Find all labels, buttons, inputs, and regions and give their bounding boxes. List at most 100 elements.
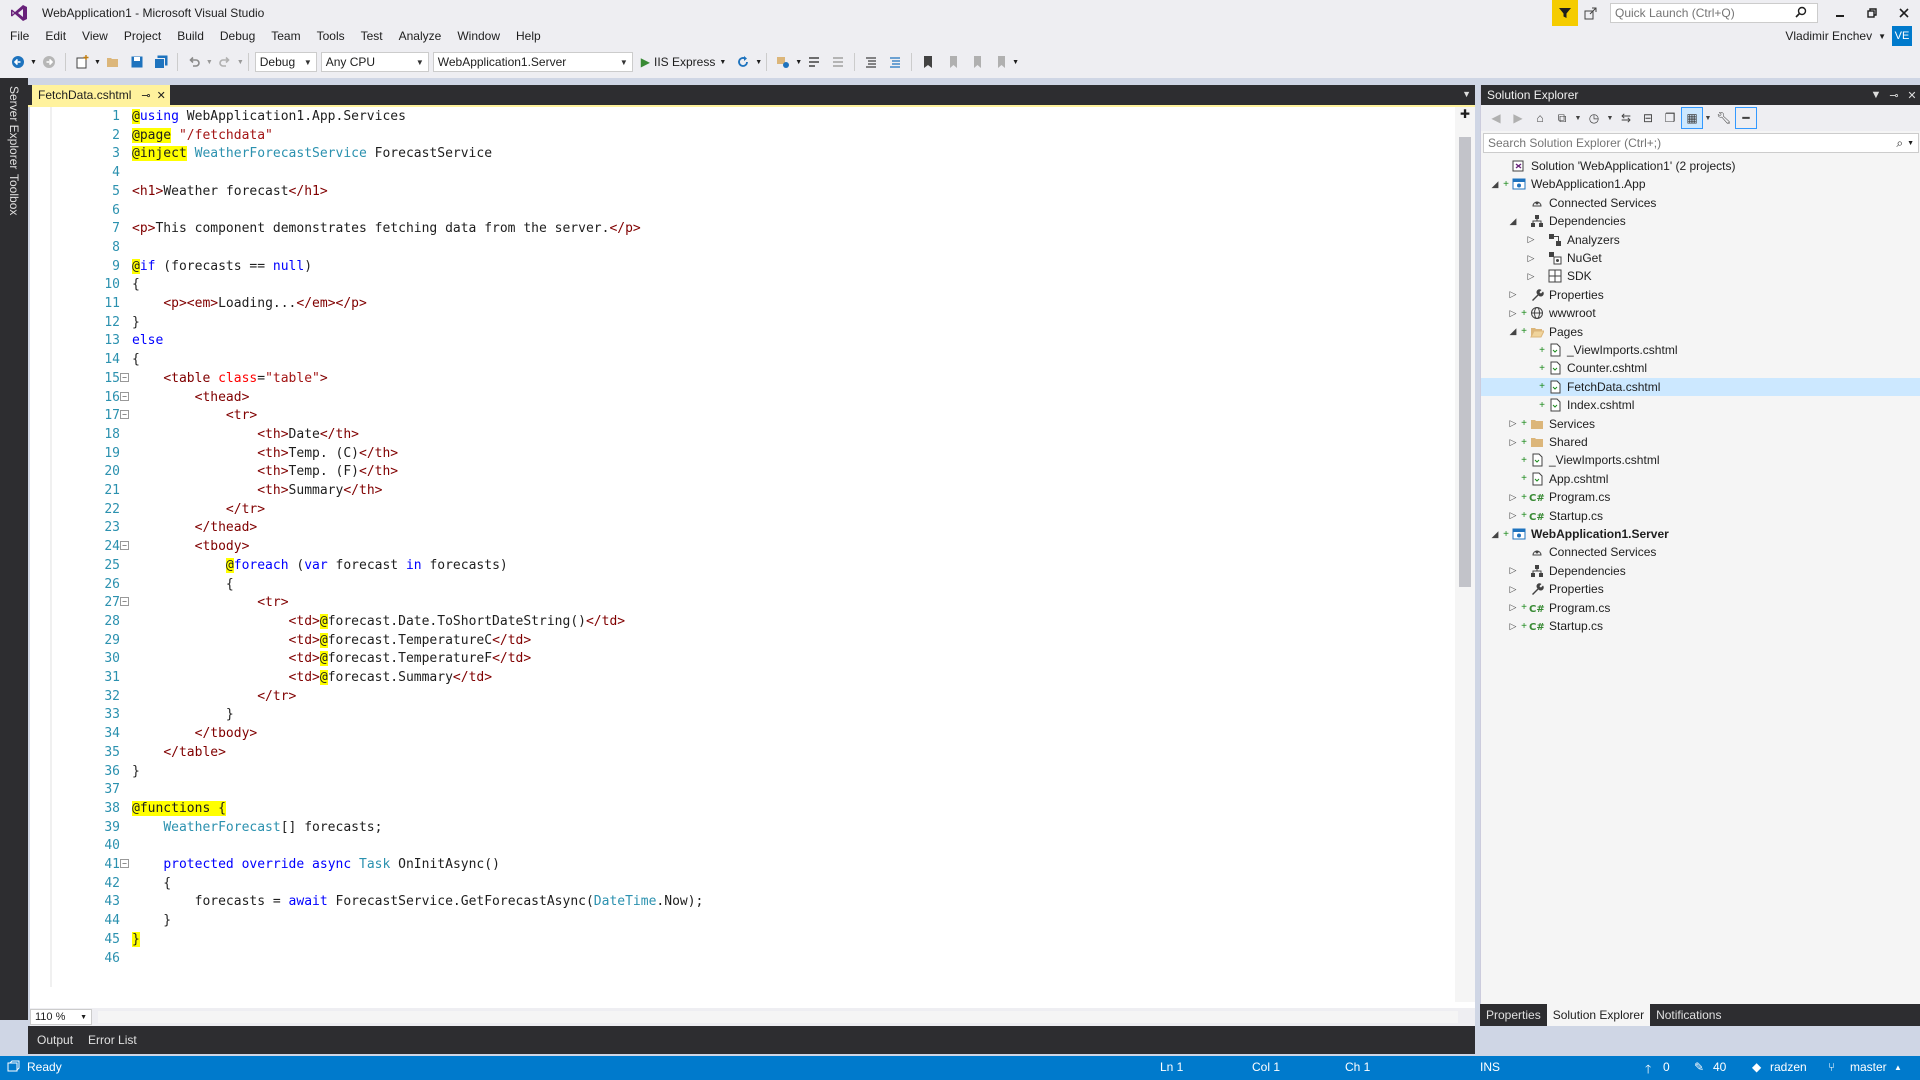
code-line[interactable]: 32 </tr> [30,687,1450,706]
expanded-arrow-icon[interactable]: ◢ [1489,529,1501,540]
solution-explorer-search[interactable]: ⌕ ▼ [1483,133,1919,153]
code-line[interactable]: 21 <th>Summary</th> [30,481,1450,500]
collapsed-arrow-icon[interactable]: ▷ [1525,234,1537,245]
server-explorer-tab[interactable]: Server Explorer [7,86,21,169]
code-line[interactable]: 5 <h1>Weather forecast</h1> [30,182,1450,201]
code-line[interactable]: 27 <tr> [30,593,1450,612]
pencil-icon[interactable]: ✎ [1694,1060,1704,1074]
pending-changes-icon[interactable]: ◷ [1583,107,1605,129]
code-line[interactable]: 9 @if (forecasts == null) [30,257,1450,276]
home-icon[interactable]: ⌂ [1529,107,1551,129]
startup-project-dropdown[interactable]: WebApplication1.Server ▼ [432,52,633,72]
code-line[interactable]: 39 WeatherForecast[] forecasts; [30,818,1450,837]
forward-icon[interactable]: ▶ [1507,107,1529,129]
chevron-down-icon[interactable]: ▼ [795,59,802,66]
close-icon[interactable]: ✕ [157,89,166,102]
chevron-down-icon[interactable]: ▼ [1012,59,1019,66]
open-file-icon[interactable] [102,51,124,73]
tree-item[interactable]: Connected Services [1481,194,1920,212]
fold-toggle-icon[interactable]: − [120,597,129,607]
collapsed-arrow-icon[interactable]: ▷ [1507,602,1519,613]
expanded-arrow-icon[interactable]: ◢ [1507,216,1519,227]
code-line[interactable]: 26 { [30,575,1450,594]
quick-launch-box[interactable] [1610,3,1818,23]
menu-project[interactable]: Project [116,26,169,46]
tree-item[interactable]: ▷ NuGet [1481,249,1920,267]
collapsed-arrow-icon[interactable]: ▷ [1525,253,1537,264]
back-icon[interactable] [7,51,29,73]
chevron-down-icon[interactable]: ▼ [1462,89,1471,99]
code-line[interactable]: 20 <th>Temp. (F)</th> [30,462,1450,481]
next-bookmark-icon[interactable] [965,51,987,73]
toolbox-tab[interactable]: Toolbox [7,174,21,215]
code-line[interactable]: 22 </tr> [30,500,1450,519]
tree-item[interactable]: + _ViewImports.cshtml [1481,451,1920,469]
git-branch-icon[interactable]: ⑂ [1828,1060,1835,1074]
chevron-up-icon[interactable]: ▲ [1894,1063,1902,1072]
properties-wrench-icon[interactable]: 🔧︎ [1713,107,1735,129]
code-line[interactable]: 25 @foreach (var forecast in forecasts) [30,556,1450,575]
chevron-down-icon[interactable]: ▼ [1907,140,1914,147]
menu-analyze[interactable]: Analyze [391,26,450,46]
code-line[interactable]: 31 <td>@forecast.Summary</td> [30,668,1450,687]
code-line[interactable]: 37 [30,780,1450,799]
tree-item[interactable]: + Counter.cshtml [1481,359,1920,377]
chevron-down-icon[interactable]: ▼ [206,59,213,66]
menu-edit[interactable]: Edit [37,26,74,46]
menu-file[interactable]: File [0,26,37,46]
code-line[interactable]: 1 @using WebApplication1.App.Services [30,107,1450,126]
redo-icon[interactable] [214,51,236,73]
tree-item[interactable]: + _ViewImports.cshtml [1481,341,1920,359]
undo-icon[interactable] [183,51,205,73]
status-repo[interactable]: radzen [1770,1060,1807,1074]
collapsed-arrow-icon[interactable]: ▷ [1507,621,1519,632]
collapse-all-icon[interactable]: ⊟ [1637,107,1659,129]
step-into-icon[interactable] [803,51,825,73]
menu-debug[interactable]: Debug [212,26,263,46]
live-share-icon[interactable] [1578,0,1604,26]
user-name[interactable]: Vladimir Enchev [1785,29,1872,43]
fold-toggle-icon[interactable]: − [120,372,129,382]
code-editor[interactable]: 1 @using WebApplication1.App.Services 2 @pa… [30,107,1475,1011]
solution-explorer-options-icon[interactable]: ━ [1735,107,1757,129]
new-project-icon[interactable] [71,51,93,73]
code-line[interactable]: 43 forecasts = await ForecastService.Get… [30,892,1450,911]
code-line[interactable]: 28 <td>@forecast.Date.ToShortDateString(… [30,612,1450,631]
collapsed-arrow-icon[interactable]: ▷ [1507,308,1519,319]
menu-team[interactable]: Team [263,26,308,46]
quick-launch-input[interactable] [1615,6,1795,20]
code-line[interactable]: 4 [30,163,1450,182]
expanded-arrow-icon[interactable]: ◢ [1489,179,1501,190]
code-line[interactable]: 6 [30,201,1450,220]
tree-item[interactable]: + FetchData.cshtml [1481,377,1920,396]
code-line[interactable]: 41 protected override async Task OnInitA… [30,855,1450,874]
restore-button[interactable] [1856,0,1888,26]
code-line[interactable]: 16 <thead> [30,388,1450,407]
menu-help[interactable]: Help [508,26,549,46]
code-line[interactable]: 2 @page "/fetchdata" [30,126,1450,145]
feedback-filter-icon[interactable] [1552,0,1578,26]
tab-fetchdata[interactable]: FetchData.cshtml ⊸ ✕ [32,85,170,105]
tree-item[interactable]: + App.cshtml [1481,470,1920,488]
tree-item[interactable]: + Index.cshtml [1481,396,1920,414]
code-line[interactable]: 11 <p><em>Loading...</em></p> [30,294,1450,313]
tree-item[interactable]: Connected Services [1481,543,1920,561]
chevron-down-icon[interactable]: ▼ [1573,107,1583,129]
clear-bookmarks-icon[interactable] [989,51,1011,73]
code-line[interactable]: 30 <td>@forecast.TemperatureF</td> [30,649,1450,668]
code-line[interactable]: 34 </tbody> [30,724,1450,743]
platform-dropdown[interactable]: Any CPU ▼ [320,52,429,72]
chevron-down-icon[interactable]: ▼ [1703,107,1713,129]
tree-item[interactable]: ▷ + Services [1481,415,1920,433]
browser-link-icon[interactable] [772,51,794,73]
preview-icon[interactable]: ▦ [1681,107,1703,129]
tree-item[interactable]: ◢ Dependencies [1481,212,1920,230]
tree-item[interactable]: Solution 'WebApplication1' (2 projects) [1481,157,1920,175]
collapsed-arrow-icon[interactable]: ▷ [1507,565,1519,576]
refresh-icon[interactable] [732,51,754,73]
editor-vertical-scrollbar[interactable] [1455,107,1475,1002]
status-unpublished-count[interactable]: 0 [1663,1060,1670,1074]
tree-item[interactable]: ◢ + WebApplication1.Server [1481,525,1920,543]
code-line[interactable]: 8 [30,238,1450,257]
code-line[interactable]: 38 @functions { [30,799,1450,818]
